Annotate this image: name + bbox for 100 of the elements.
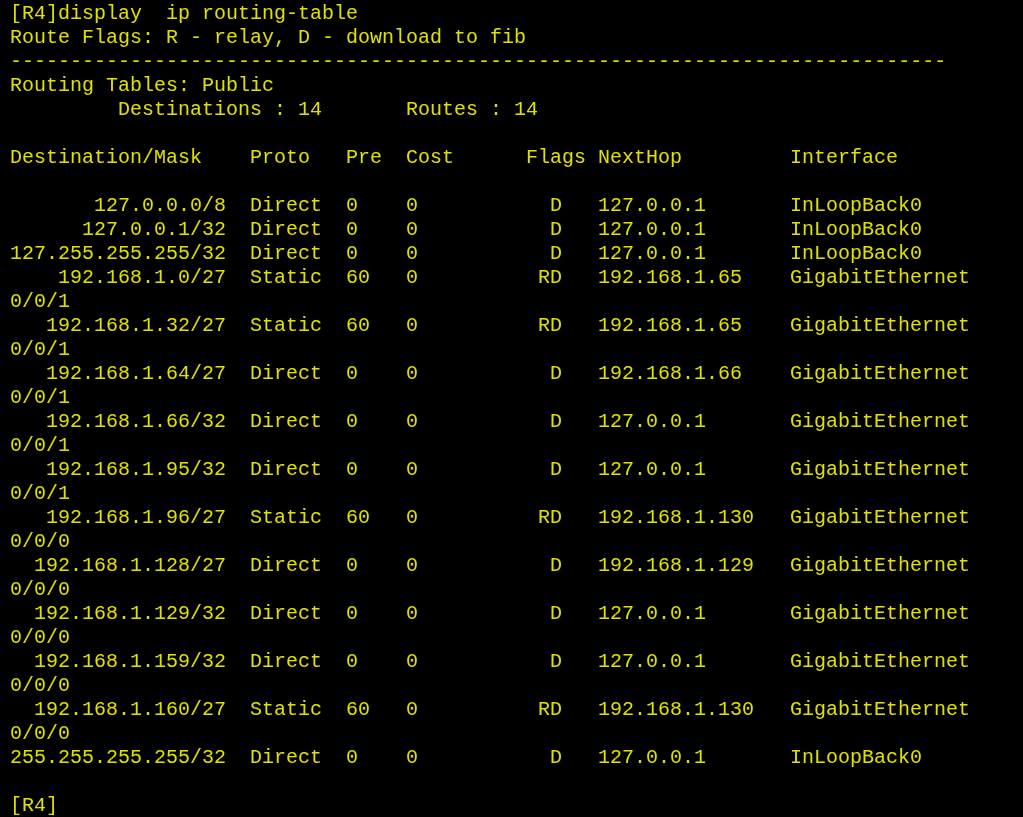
- table-cell: 192.168.1.64/27: [46, 362, 227, 386]
- table-cell: 127.0.0.1: [598, 194, 707, 218]
- table-cell: 0/0/0: [10, 722, 70, 746]
- table-cell: 127.0.0.1: [598, 410, 707, 434]
- table-cell: 0: [406, 242, 419, 266]
- table-name: Routing Tables: Public: [10, 74, 275, 98]
- table-cell: 60: [346, 506, 371, 530]
- table-cell: 127.0.0.0/8: [94, 194, 227, 218]
- table-cell: 60: [346, 314, 371, 338]
- table-cell: 127.0.0.1: [598, 218, 707, 242]
- table-cell: 0: [346, 554, 359, 578]
- table-cell: Direct: [250, 650, 323, 674]
- table-cell: 0/0/1: [10, 338, 70, 362]
- table-cell: 0/0/1: [10, 290, 70, 314]
- table-cell: 192.168.1.130: [598, 698, 755, 722]
- table-cell: 0: [406, 314, 419, 338]
- table-cell: Direct: [250, 602, 323, 626]
- table-cell: 0: [346, 602, 359, 626]
- table-cell: 0: [346, 746, 359, 770]
- table-cell: 0/0/1: [10, 386, 70, 410]
- table-cell: InLoopBack0: [790, 218, 923, 242]
- table-cell: Static: [250, 314, 323, 338]
- table-cell: GigabitEthernet: [790, 554, 971, 578]
- column-header: Destination/Mask: [10, 146, 203, 170]
- table-cell: 60: [346, 698, 371, 722]
- table-cell: 0: [346, 218, 359, 242]
- column-header: Cost: [406, 146, 455, 170]
- table-cell: RD: [538, 266, 563, 290]
- table-cell: 127.0.0.1: [598, 650, 707, 674]
- table-cell: InLoopBack0: [790, 194, 923, 218]
- table-cell: 0: [406, 506, 419, 530]
- table-cell: 192.168.1.159/32: [34, 650, 227, 674]
- table-cell: D: [550, 362, 563, 386]
- table-cell: D: [550, 554, 563, 578]
- table-cell: 0: [406, 650, 419, 674]
- table-cell: D: [550, 602, 563, 626]
- table-cell: 0: [406, 746, 419, 770]
- table-cell: 0/0/0: [10, 626, 70, 650]
- table-cell: Static: [250, 698, 323, 722]
- table-cell: GigabitEthernet: [790, 698, 971, 722]
- table-cell: GigabitEthernet: [790, 410, 971, 434]
- table-cell: 192.168.1.65: [598, 314, 743, 338]
- table-cell: 192.168.1.160/27: [34, 698, 227, 722]
- table-cell: 0: [346, 362, 359, 386]
- table-cell: 0: [406, 602, 419, 626]
- table-cell: D: [550, 746, 563, 770]
- table-cell: D: [550, 458, 563, 482]
- table-cell: InLoopBack0: [790, 242, 923, 266]
- table-cell: 0/0/1: [10, 482, 70, 506]
- table-cell: 192.168.1.129/32: [34, 602, 227, 626]
- table-cell: GigabitEthernet: [790, 362, 971, 386]
- table-cell: 127.0.0.1: [598, 458, 707, 482]
- table-cell: InLoopBack0: [790, 746, 923, 770]
- table-cell: GigabitEthernet: [790, 458, 971, 482]
- routes-count: Routes : 14: [406, 98, 539, 122]
- table-cell: 127.0.0.1/32: [82, 218, 227, 242]
- table-cell: Direct: [250, 242, 323, 266]
- table-cell: Direct: [250, 554, 323, 578]
- table-cell: Static: [250, 506, 323, 530]
- table-cell: Direct: [250, 746, 323, 770]
- column-header: NextHop: [598, 146, 683, 170]
- table-cell: GigabitEthernet: [790, 314, 971, 338]
- table-cell: Direct: [250, 362, 323, 386]
- table-cell: D: [550, 650, 563, 674]
- table-cell: D: [550, 218, 563, 242]
- table-cell: 0: [346, 410, 359, 434]
- table-cell: 192.168.1.0/27: [58, 266, 227, 290]
- table-cell: 127.0.0.1: [598, 602, 707, 626]
- table-cell: RD: [538, 698, 563, 722]
- separator-line: ------------------------------------------------------------------------------: [10, 50, 947, 74]
- table-cell: Direct: [250, 410, 323, 434]
- table-cell: 0: [406, 266, 419, 290]
- table-cell: GigabitEthernet: [790, 506, 971, 530]
- table-cell: GigabitEthernet: [790, 602, 971, 626]
- table-cell: D: [550, 410, 563, 434]
- table-cell: 192.168.1.66: [598, 362, 743, 386]
- table-cell: 0/0/0: [10, 674, 70, 698]
- table-cell: 192.168.1.96/27: [46, 506, 227, 530]
- table-cell: 127.0.0.1: [598, 746, 707, 770]
- table-cell: D: [550, 242, 563, 266]
- column-header: Flags: [526, 146, 587, 170]
- table-cell: 0: [406, 218, 419, 242]
- table-cell: 0: [406, 362, 419, 386]
- table-cell: 60: [346, 266, 371, 290]
- table-cell: 0: [406, 458, 419, 482]
- table-cell: RD: [538, 506, 563, 530]
- table-cell: GigabitEthernet: [790, 266, 971, 290]
- table-cell: 192.168.1.129: [598, 554, 755, 578]
- table-cell: 0: [406, 698, 419, 722]
- table-cell: 0: [406, 410, 419, 434]
- table-cell: 127.255.255.255/32: [10, 242, 227, 266]
- table-cell: 0: [406, 554, 419, 578]
- table-cell: 192.168.1.32/27: [46, 314, 227, 338]
- table-cell: 0/0/1: [10, 434, 70, 458]
- table-cell: Static: [250, 266, 323, 290]
- column-header: Interface: [790, 146, 899, 170]
- table-cell: Direct: [250, 218, 323, 242]
- table-cell: GigabitEthernet: [790, 650, 971, 674]
- table-cell: 192.168.1.65: [598, 266, 743, 290]
- table-cell: Direct: [250, 194, 323, 218]
